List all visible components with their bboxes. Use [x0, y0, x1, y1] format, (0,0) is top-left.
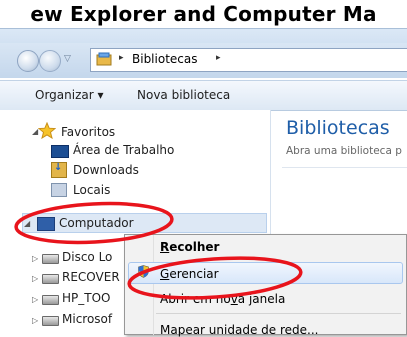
sidebar-item-downloads[interactable]: Downloads [73, 163, 139, 177]
sidebar-item-computador[interactable]: Computador [59, 216, 134, 230]
star-icon [38, 122, 56, 139]
menu-item-accelerator: v [230, 292, 238, 306]
organizar-button[interactable]: Organizar ▾ [35, 88, 104, 102]
menu-item-abrir-em-nova-janela[interactable]: Abrir em nova janela [160, 292, 285, 306]
drive-icon [42, 274, 59, 284]
address-separator-icon[interactable]: ▸ [216, 53, 221, 63]
expand-computador-icon[interactable]: ◢ [24, 219, 30, 228]
computer-icon [37, 217, 55, 231]
drive-icon [42, 295, 59, 305]
sidebar-item-favoritos[interactable]: Favoritos [61, 125, 115, 139]
os-drive-icon [42, 254, 59, 264]
desktop-icon [51, 145, 69, 158]
recent-places-icon [51, 183, 67, 197]
nova-biblioteca-button[interactable]: Nova biblioteca [137, 88, 230, 102]
menu-item-accelerator: G [160, 267, 170, 281]
page-subtitle: Abra uma biblioteca p [286, 145, 402, 157]
address-crumb-bibliotecas[interactable]: Bibliotecas [132, 52, 197, 66]
recent-pages-chevron-icon[interactable]: ▽ [64, 54, 71, 64]
drive-icon [42, 316, 59, 326]
forward-button[interactable] [39, 50, 61, 72]
expand-drive-icon[interactable]: ▷ [32, 274, 38, 283]
sidebar-item-drive[interactable]: HP_TOO [62, 291, 110, 305]
page-title: Bibliotecas [286, 117, 390, 139]
sidebar-item-drive[interactable]: Microsof [62, 312, 112, 326]
expand-drive-icon[interactable]: ▷ [32, 316, 38, 325]
libraries-icon [96, 52, 112, 66]
menu-item-text: ecolher [169, 240, 220, 254]
expand-drive-icon[interactable]: ▷ [32, 254, 38, 263]
sidebar-item-locais[interactable]: Locais [73, 183, 110, 197]
menu-item-accelerator: R [160, 240, 170, 254]
download-arrow-icon: ↓ [54, 162, 63, 173]
tutorial-heading: ew Explorer and Computer Ma [30, 2, 377, 26]
menu-item-text: Abrir em no [160, 292, 231, 306]
uac-shield-icon [138, 265, 149, 278]
address-separator-icon[interactable]: ▸ [119, 53, 124, 63]
menu-item-text: erenciar [169, 267, 219, 281]
sidebar-item-drive[interactable]: Disco Lo [62, 250, 112, 264]
title-divider [282, 167, 407, 168]
context-menu-icon-gutter [153, 235, 154, 335]
sidebar-item-area-de-trabalho[interactable]: Área de Trabalho [73, 143, 174, 157]
menu-separator [156, 313, 401, 314]
expand-drive-icon[interactable]: ▷ [32, 295, 38, 304]
menu-item-recolher[interactable]: Recolher [160, 240, 219, 254]
back-button[interactable] [17, 50, 39, 72]
menu-item-text: a janela [237, 292, 286, 306]
menu-item-gerenciar[interactable]: Gerenciar [160, 267, 219, 281]
sidebar-item-drive[interactable]: RECOVER [62, 270, 120, 284]
